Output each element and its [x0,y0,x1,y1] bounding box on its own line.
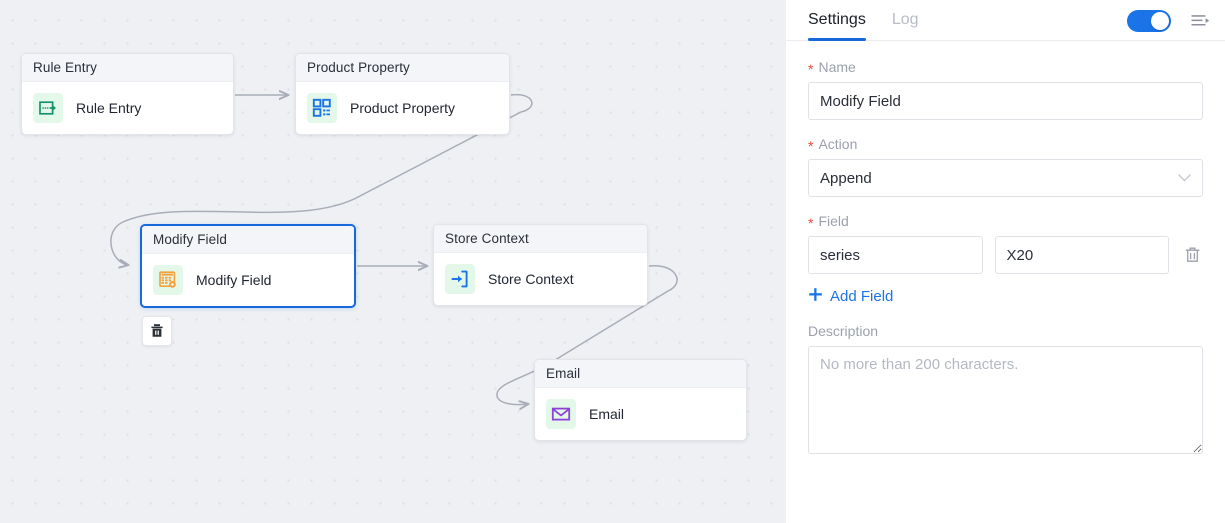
rule-entry-icon [33,93,63,123]
store-context-icon [445,264,475,294]
field-value-input[interactable] [994,236,1169,274]
name-input[interactable] [808,82,1203,120]
node-title: Product Property [296,54,509,82]
description-textarea[interactable] [808,346,1203,454]
flow-node-product-property[interactable]: Product Property Product Property [295,53,510,135]
collapse-panel-icon [1191,14,1209,25]
node-body: Product Property [296,82,509,134]
node-label: Store Context [488,271,574,287]
name-group: * Name [808,59,1203,120]
workflow-editor: Rule Entry Rule Entry Product Property Prod… [0,0,1225,523]
trash-icon [1185,247,1199,262]
node-body: Email [535,388,746,440]
description-group: Description [808,323,1203,459]
field-label: Field [818,213,849,229]
trash-icon [151,324,163,337]
required-asterisk: * [808,215,814,231]
description-label-row: Description [808,323,1203,339]
action-label-row: * Action [808,136,1203,154]
tab-log[interactable]: Log [892,0,919,41]
node-label: Modify Field [196,272,272,288]
node-body: Modify Field [142,254,354,306]
enable-toggle[interactable] [1127,9,1171,32]
description-label: Description [808,323,879,339]
toggle-knob [1151,11,1169,30]
add-field-button[interactable]: Add Field [808,287,893,306]
action-group: * Action [808,136,1203,197]
action-select[interactable] [808,159,1203,197]
flow-node-store-context[interactable]: Store Context Store Context [433,224,648,306]
delete-node-button[interactable] [142,316,172,346]
modify-field-icon [153,265,183,295]
collapse-panel-button[interactable] [1189,10,1211,32]
email-icon [546,399,576,429]
node-label: Email [589,406,625,422]
delete-field-button[interactable] [1181,244,1203,266]
node-title: Email [535,360,746,388]
settings-form: * Name * Action [786,41,1225,459]
node-body: Store Context [434,253,647,305]
flow-canvas[interactable]: Rule Entry Rule Entry Product Property Prod… [0,0,785,523]
required-asterisk: * [808,61,814,77]
add-field-label: Add Field [830,288,894,305]
node-title: Modify Field [142,226,354,254]
node-label: Product Property [350,100,456,116]
field-label-row: * Field [808,213,1203,231]
node-title: Store Context [434,225,647,253]
node-body: Rule Entry [22,82,233,134]
action-select-wrap [808,159,1203,197]
required-asterisk: * [808,138,814,154]
field-group: * Field series X20 Add Field [808,213,1203,307]
settings-panel: Settings Log * Name Modify Field * Actio… [785,0,1225,523]
tab-settings[interactable]: Settings [808,0,866,41]
flow-node-rule-entry[interactable]: Rule Entry Rule Entry [21,53,234,135]
flow-node-email[interactable]: Email Email [534,359,747,441]
node-label: Rule Entry [76,100,142,116]
panel-actions [1127,0,1211,41]
product-property-icon [307,93,337,123]
node-title: Rule Entry [22,54,233,82]
name-label: Name [818,59,856,75]
field-row [808,236,1203,274]
flow-node-modify-field[interactable]: Modify Field Modify Field [140,224,356,308]
name-label-row: * Name [808,59,1203,77]
field-key-input[interactable] [808,236,983,274]
plus-icon [808,287,823,306]
action-label: Action [818,136,858,152]
panel-tabs: Settings Log [786,0,1225,41]
